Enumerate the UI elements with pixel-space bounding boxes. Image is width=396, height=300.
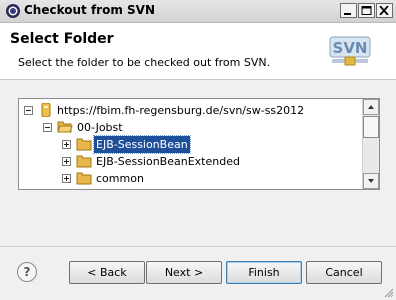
cancel-button[interactable]: Cancel [306,261,382,284]
folder-icon [76,138,92,151]
tree-row-repository[interactable]: https://fbim.fh-regensburg.de/svn/sw-ss2… [19,102,361,119]
page-title: Select Folder [10,31,114,47]
folder-icon [76,155,92,168]
tree-row-common[interactable]: common [19,170,361,187]
minimize-icon [344,13,351,15]
folder-tree[interactable]: https://fbim.fh-regensburg.de/svn/sw-ss2… [18,98,380,190]
tree-row-00-jobst[interactable]: 00-Jobst [19,119,361,136]
expand-toggle[interactable] [62,140,71,149]
collapse-toggle[interactable] [24,106,33,115]
svn-logo: SVN [329,36,371,66]
svn-logo-text: SVN [333,39,368,57]
tree-row-ejb-sessionbeanextended[interactable]: EJB-SessionBeanExtended [19,153,361,170]
back-button[interactable]: < Back [69,261,145,284]
tree-label: 00-Jobst [77,121,123,134]
footer-divider [0,246,396,247]
title-bar[interactable]: Checkout from SVN [0,0,396,23]
arrow-up-icon [368,105,374,109]
folder-open-icon [57,121,73,133]
finish-button[interactable]: Finish [226,261,302,284]
maximize-button[interactable] [358,3,375,18]
maximize-icon [361,6,372,15]
help-button[interactable]: ? [17,262,37,282]
folder-icon [76,172,92,185]
vertical-scrollbar[interactable] [362,99,379,189]
header-banner: Select Folder Select the folder to be ch… [0,23,396,80]
tree-row-ejb-sessionbean[interactable]: EJB-SessionBean [19,135,361,154]
window-title: Checkout from SVN [24,3,155,17]
page-description: Select the folder to be checked out from… [18,56,271,69]
arrow-down-icon [368,179,374,183]
tree-label: https://fbim.fh-regensburg.de/svn/sw-ss2… [57,104,305,117]
eclipse-app-icon [6,4,20,18]
expand-toggle[interactable] [62,174,71,183]
expand-toggle[interactable] [62,157,71,166]
close-button[interactable] [376,3,393,18]
resize-grip-icon[interactable] [384,288,394,298]
scroll-down-button[interactable] [363,173,379,189]
minimize-button[interactable] [340,3,357,18]
collapse-toggle[interactable] [43,123,52,132]
tree-label-selected: EJB-SessionBean [93,135,191,154]
tree-label: EJB-SessionBeanExtended [96,155,240,168]
repository-icon [41,103,51,117]
checkout-dialog: Checkout from SVN Select Folder Select t… [0,0,396,300]
close-icon [379,6,389,15]
tree-label: common [96,172,144,185]
next-button[interactable]: Next > [146,261,222,284]
scroll-up-button[interactable] [363,99,379,115]
scroll-thumb[interactable] [363,116,379,138]
